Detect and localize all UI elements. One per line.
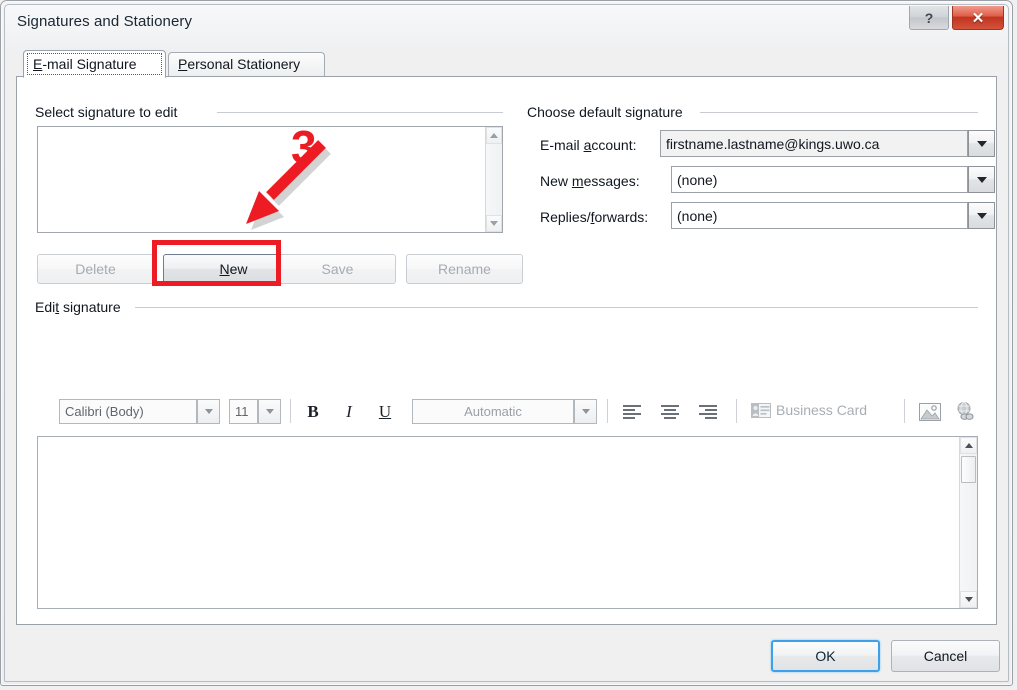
new-button-label: New (219, 261, 248, 277)
caption-button-group: ? ✕ (909, 6, 1004, 30)
screenshot-root: Signatures and Stationery ? ✕ E-mail Sig… (0, 0, 1017, 690)
picture-glyph (919, 403, 941, 421)
editor-scroll-up-icon[interactable] (960, 437, 977, 454)
italic-icon[interactable]: I (336, 399, 362, 424)
new-messages-chevron-down-icon[interactable] (968, 166, 995, 193)
delete-button[interactable]: Delete (37, 254, 154, 284)
window-title: Signatures and Stationery (17, 13, 193, 30)
signature-list-items (38, 127, 485, 232)
toolbar-separator-2 (607, 399, 608, 423)
tab-page-email-signature: Select signature to edit Delete New Save… (16, 76, 997, 625)
email-account-chevron-down-icon[interactable] (968, 130, 995, 157)
bold-icon[interactable]: B (300, 399, 326, 424)
signature-list-scrollbar[interactable] (485, 127, 502, 232)
tab-email-signature[interactable]: E-mail Signature (23, 50, 166, 78)
underline-icon[interactable]: U (372, 399, 398, 424)
help-icon[interactable]: ? (909, 6, 949, 30)
signature-editor-content[interactable] (38, 437, 959, 608)
toolbar-separator-3 (736, 399, 737, 423)
tab-personal-stationery[interactable]: Personal Stationery (168, 52, 325, 77)
replies-forwards-label: Replies/forwards: (540, 209, 649, 225)
align-left-icon[interactable] (617, 402, 647, 421)
font-name-field[interactable]: Calibri (Body) (59, 399, 197, 424)
email-account-field[interactable]: firstname.lastname@kings.uwo.ca (660, 130, 968, 157)
font-color-chevron-down-icon[interactable] (574, 399, 597, 424)
group-label-choose-default: Choose default signature (527, 104, 689, 120)
scroll-down-icon[interactable] (486, 215, 502, 232)
dialog-window: Signatures and Stationery ? ✕ E-mail Sig… (0, 0, 1013, 686)
font-color-label: Automatic (464, 404, 522, 419)
tab-email-signature-label: E-mail Signature (33, 56, 137, 72)
ok-button[interactable]: OK (771, 640, 880, 672)
align-center-icon[interactable] (655, 402, 685, 421)
align-center-glyph (661, 404, 679, 419)
align-right-icon[interactable] (693, 402, 723, 421)
save-button[interactable]: Save (279, 254, 396, 284)
dialog-window-inner: Signatures and Stationery ? ✕ E-mail Sig… (4, 4, 1009, 682)
toolbar-separator-4 (904, 399, 905, 423)
group-line-choose-default (700, 112, 978, 113)
toolbar-separator-1 (290, 399, 291, 423)
group-line-edit-signature (135, 307, 978, 308)
editor-scroll-down-icon[interactable] (960, 591, 977, 608)
business-card-label: Business Card (776, 402, 868, 418)
ok-button-label: OK (815, 648, 836, 664)
cancel-button[interactable]: Cancel (891, 640, 1000, 672)
rename-button[interactable]: Rename (406, 254, 523, 284)
replies-forwards-field[interactable]: (none) (671, 202, 968, 229)
font-name-chevron-down-icon[interactable] (197, 399, 220, 424)
font-color-field[interactable]: Automatic (412, 399, 574, 424)
signature-editor[interactable] (37, 436, 978, 609)
picture-icon[interactable] (917, 400, 943, 424)
font-size-chevron-down-icon[interactable] (258, 399, 281, 424)
align-right-glyph (699, 404, 717, 419)
annotation-step-number: 3 (291, 121, 317, 173)
signature-list[interactable] (37, 126, 503, 233)
new-messages-field[interactable]: (none) (671, 166, 968, 193)
title-bar: Signatures and Stationery ? ✕ (5, 5, 1008, 39)
tab-strip: E-mail Signature Personal Stationery (16, 50, 997, 78)
business-card-button[interactable]: Business Card (751, 402, 867, 418)
group-label-edit-signature: Edit signature (35, 299, 127, 315)
group-line-select-signature (217, 112, 503, 113)
replies-forwards-chevron-down-icon[interactable] (968, 202, 995, 229)
email-account-label: E-mail account: (540, 137, 637, 153)
align-left-glyph (623, 404, 641, 419)
hyperlink-glyph (957, 402, 974, 420)
editor-scrollbar[interactable] (959, 437, 977, 608)
format-toolbar: Calibri (Body) 11 B I U Automatic Busine… (59, 396, 989, 427)
close-icon[interactable]: ✕ (952, 6, 1004, 30)
scroll-up-icon[interactable] (486, 127, 502, 144)
tab-personal-stationery-label: Personal Stationery (178, 56, 301, 72)
business-card-icon (751, 402, 771, 418)
editor-scroll-thumb[interactable] (961, 456, 976, 483)
group-label-select-signature: Select signature to edit (35, 104, 184, 120)
new-messages-label: New messages: (540, 173, 640, 189)
font-size-field[interactable]: 11 (229, 399, 258, 424)
hyperlink-icon[interactable] (952, 400, 978, 424)
